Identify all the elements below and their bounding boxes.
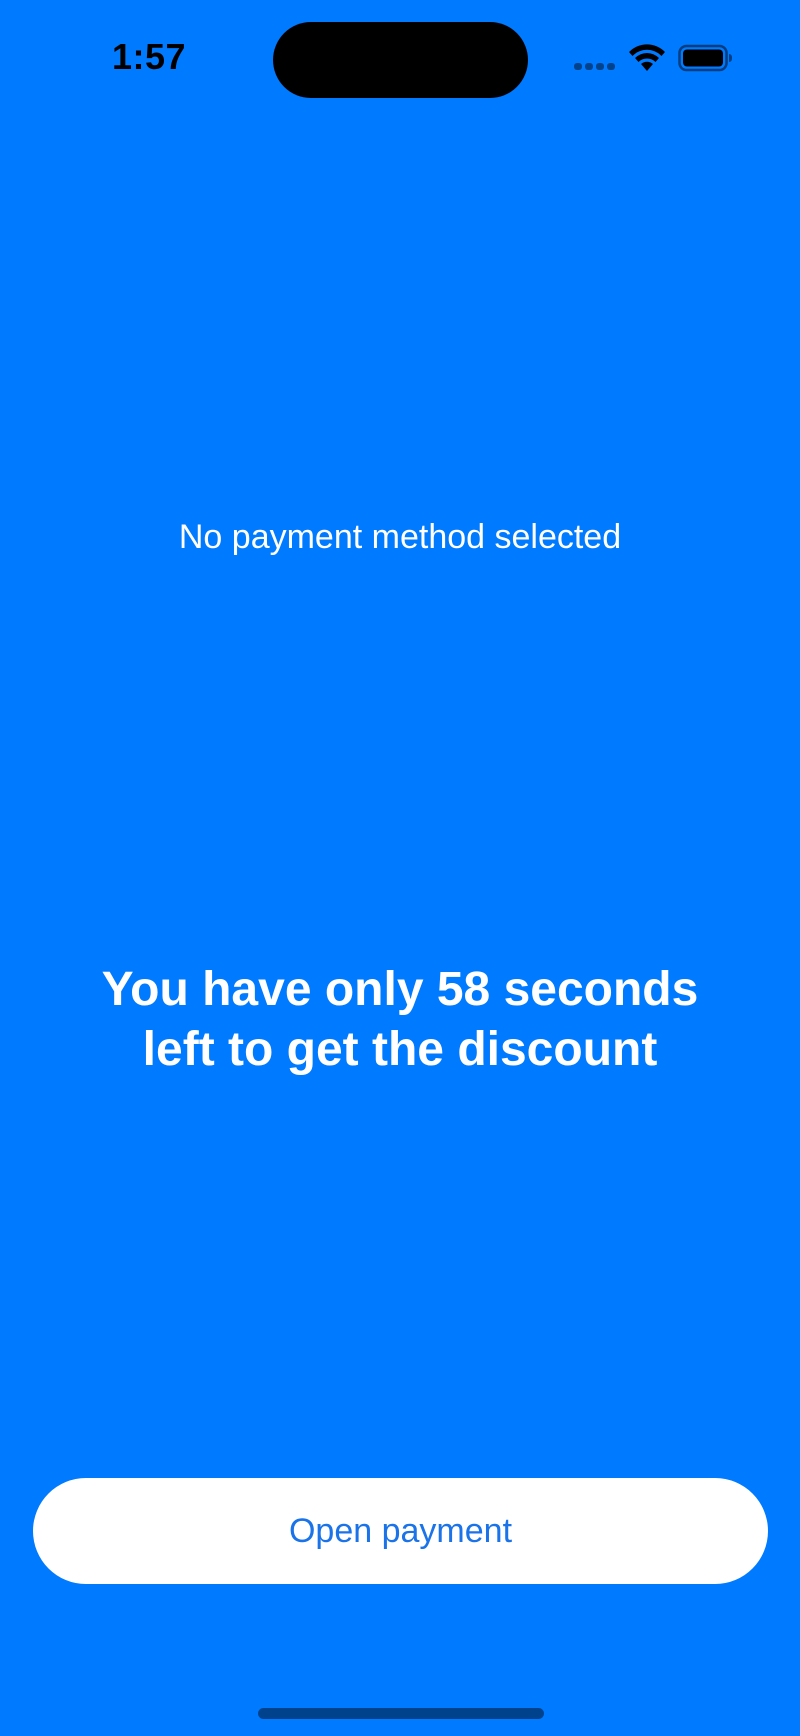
open-payment-button[interactable]: Open payment bbox=[33, 1478, 768, 1584]
payment-status-text: No payment method selected bbox=[178, 518, 622, 556]
wifi-icon bbox=[629, 44, 665, 71]
dynamic-island bbox=[273, 22, 528, 98]
app-screen: 1:57 No payment method selected You have… bbox=[0, 0, 800, 1736]
home-indicator[interactable] bbox=[258, 1708, 544, 1719]
status-time: 1:57 bbox=[112, 36, 187, 77]
cellular-signal-icon bbox=[574, 63, 616, 71]
open-payment-label: Open payment bbox=[288, 1511, 513, 1550]
battery-icon bbox=[678, 44, 732, 72]
countdown-message: You have only 58 seconds left to get the… bbox=[101, 963, 699, 1076]
